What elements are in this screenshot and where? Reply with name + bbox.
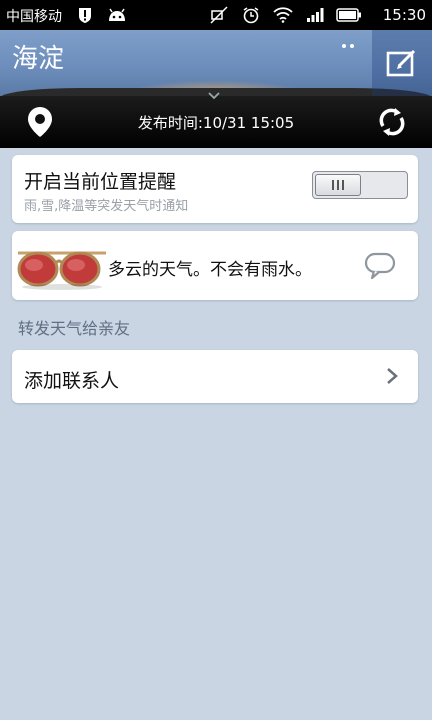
chevron-right-icon — [380, 364, 404, 388]
notification-alert-icon — [74, 5, 96, 25]
page-indicator — [342, 44, 354, 48]
edit-icon — [386, 49, 416, 77]
city-name[interactable]: 海淀 — [12, 38, 64, 75]
sunglasses-icon — [17, 251, 106, 290]
location-alert-toggle[interactable] — [312, 171, 408, 199]
edit-button[interactable] — [372, 30, 432, 96]
mute-icon — [208, 5, 230, 25]
wifi-icon — [272, 5, 294, 25]
add-contact-label: 添加联系人 — [24, 370, 120, 392]
android-icon — [106, 5, 128, 25]
location-alert-card: 开启当前位置提醒 雨,雪,降温等突发天气时通知 — [12, 155, 418, 223]
share-section-label: 转发天气给亲友 — [18, 319, 131, 338]
status-bar: 中国移动 15:30 — [0, 0, 432, 30]
info-bar: 发布时间:10/31 15:05 — [0, 92, 432, 148]
location-alert-title: 开启当前位置提醒 — [24, 171, 177, 193]
weather-tip-text: 多云的天气。不会有雨水。 — [108, 260, 312, 280]
chevron-down-icon[interactable] — [206, 90, 222, 102]
speech-bubble-icon — [364, 252, 396, 280]
clock: 15:30 — [382, 6, 426, 24]
signal-icon — [304, 5, 326, 25]
alarm-icon — [240, 5, 262, 25]
battery-icon — [336, 5, 362, 25]
refresh-icon — [379, 108, 405, 136]
weather-header: 海淀 — [0, 30, 432, 96]
location-alert-subtitle: 雨,雪,降温等突发天气时通知 — [24, 199, 189, 214]
toggle-knob[interactable] — [315, 174, 361, 196]
add-contact-row[interactable]: 添加联系人 — [12, 350, 418, 403]
carrier-name: 中国移动 — [6, 9, 62, 25]
refresh-button[interactable] — [372, 102, 412, 142]
page-dot — [342, 44, 346, 48]
page-dot — [350, 44, 354, 48]
weather-tip-card: 多云的天气。不会有雨水。 — [12, 231, 418, 300]
publish-time: 发布时间:10/31 15:05 — [137, 114, 295, 132]
share-tip-button[interactable] — [362, 251, 398, 281]
